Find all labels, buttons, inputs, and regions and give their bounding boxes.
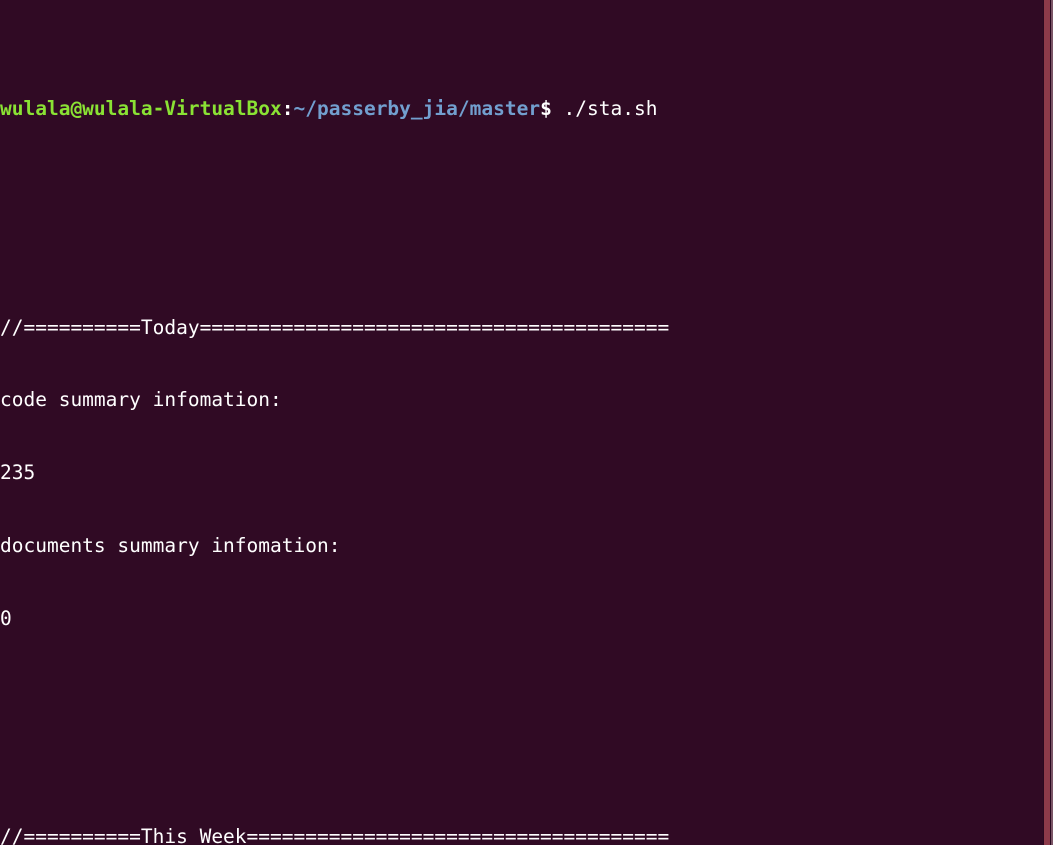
command-input: ./sta.sh — [551, 97, 658, 121]
prompt-dollar: $ — [540, 97, 552, 121]
today-documents-label: documents summary infomation: — [0, 534, 341, 558]
prompt-line-top: wulala@wulala-VirtualBox:~/passerby_jia/… — [0, 97, 1043, 121]
vertical-scrollbar[interactable] — [1043, 0, 1053, 845]
today-code-label: code summary infomation: — [0, 388, 282, 412]
this-week-separator: //==========This Week===================… — [0, 825, 670, 845]
terminal-window[interactable]: wulala@wulala-VirtualBox:~/passerby_jia/… — [0, 0, 1053, 845]
today-separator: //==========Today=======================… — [0, 315, 670, 339]
prompt-colon: : — [281, 97, 294, 121]
today-documents-value: 0 — [0, 606, 12, 630]
today-code-value: 235 — [0, 461, 36, 485]
terminal-screen[interactable]: wulala@wulala-VirtualBox:~/passerby_jia/… — [0, 0, 1043, 845]
prompt-user-host: wulala@wulala-VirtualBox — [0, 97, 282, 121]
prompt-path: ~/passerby_jia/master — [293, 97, 541, 121]
scrollbar-thumb[interactable] — [1044, 0, 1050, 845]
